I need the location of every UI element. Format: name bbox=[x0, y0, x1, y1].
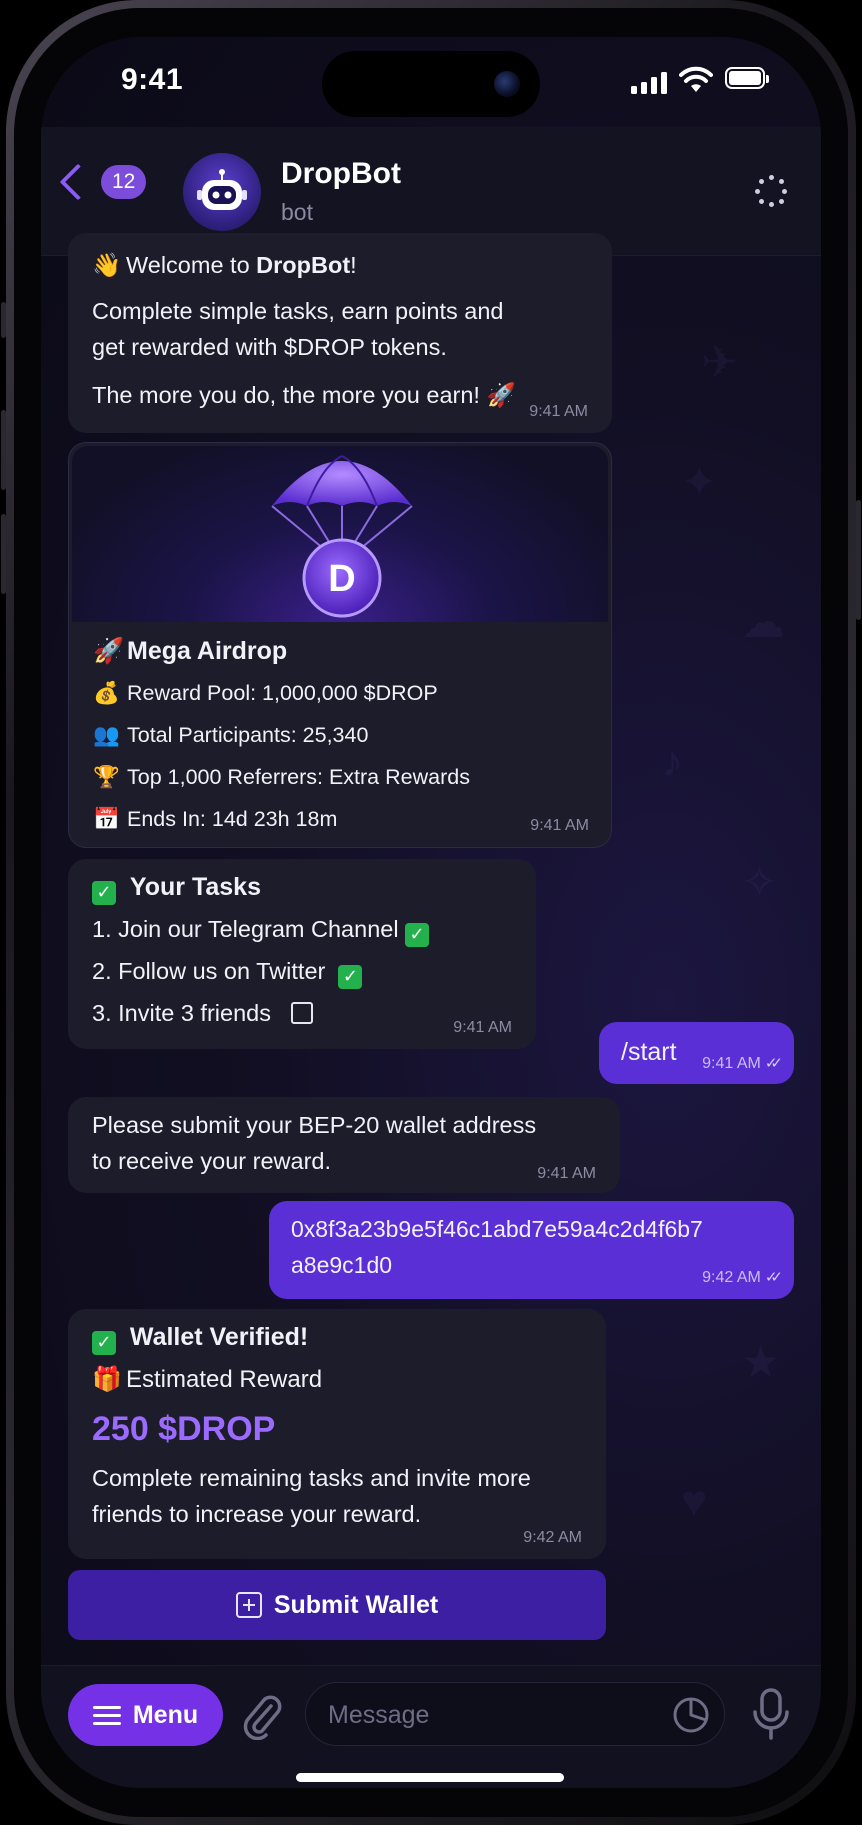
side-button-volume-up bbox=[1, 410, 6, 490]
submit-wallet-label: Submit Wallet bbox=[273, 1590, 439, 1619]
message-time: 9:42 AM bbox=[523, 1529, 582, 1546]
unchecked-box-icon bbox=[290, 1002, 313, 1024]
airdrop-row: 🏆 Top 1,000 Referrers: Extra Rewards bbox=[93, 759, 591, 796]
welcome-message: 👋 Welcome to DropBot! Complete simple tas… bbox=[68, 233, 612, 433]
task-item: 2. Follow us on Twitter ✓ bbox=[92, 953, 512, 989]
verified-line-1: Complete remaining tasks and invite more bbox=[92, 1465, 531, 1491]
bot-menu-button[interactable]: Menu bbox=[68, 1684, 223, 1746]
wallpaper-doodle: ✈ bbox=[701, 338, 738, 387]
airdrop-row: 📅 Ends In: 14d 23h 18m bbox=[93, 801, 591, 838]
reward-amount: 250 $DROP bbox=[92, 1410, 276, 1448]
wallpaper-doodle: ☁ bbox=[741, 598, 785, 647]
wallpaper-doodle: ★ bbox=[741, 1338, 781, 1387]
outgoing-message: 0x8f3a23b9e5f46c1abd7e59a4c2d4f6b7 a8e9c… bbox=[269, 1201, 794, 1299]
check-mark-icon: ✓ bbox=[92, 1331, 116, 1355]
airdrop-row: 👥 Total Participants: 25,340 bbox=[93, 717, 591, 754]
menu-label: Menu bbox=[132, 1700, 199, 1729]
side-button-power bbox=[856, 500, 861, 620]
message-time: 9:41 AM bbox=[529, 403, 588, 420]
submit-wallet-button[interactable]: Submit Wallet bbox=[68, 1570, 606, 1640]
home-indicator[interactable] bbox=[296, 1773, 564, 1782]
add-box-icon bbox=[235, 1592, 262, 1618]
bot-subtitle: bot bbox=[281, 199, 313, 225]
wallpaper-doodle: ✧ bbox=[741, 858, 778, 907]
airdrop-card: D 🚀 Mega Airdrop 💰 Reward Pool: 1,000,000 … bbox=[68, 442, 612, 848]
wifi-icon bbox=[679, 66, 713, 92]
wallet-address-line-1: 0x8f3a23b9e5f46c1abd7e59a4c2d4f6b7 bbox=[291, 1216, 703, 1242]
airdrop-row: 💰 Reward Pool: 1,000,000 $DROP bbox=[93, 675, 591, 712]
wallet-verified-title: ✓ Wallet Verified! bbox=[92, 1319, 582, 1355]
trophy-icon: 🏆 bbox=[93, 765, 120, 790]
dynamic-island bbox=[322, 51, 540, 117]
people-icon: 👥 bbox=[93, 723, 120, 748]
wallpaper-doodle: ✦ bbox=[681, 458, 718, 507]
robot-icon bbox=[197, 169, 247, 210]
message-input[interactable] bbox=[326, 1697, 650, 1733]
side-button-action bbox=[1, 302, 6, 338]
message-time: 9:42 AM ✓✓ bbox=[702, 1268, 783, 1286]
task-item: 3. Invite 3 friends bbox=[92, 995, 512, 1031]
check-mark-icon: ✓ bbox=[92, 881, 116, 905]
wallet-address-line-2: a8e9c1d0 bbox=[291, 1252, 393, 1278]
rocket-icon: 🚀 bbox=[93, 636, 125, 665]
airdrop-title: 🚀 Mega Airdrop bbox=[93, 633, 591, 669]
welcome-line-3: The more you do, the more you earn! 🚀 bbox=[92, 382, 516, 408]
wallpaper-doodle: ♪ bbox=[661, 737, 683, 786]
front-camera bbox=[494, 71, 520, 97]
coin-letter: D bbox=[328, 558, 355, 600]
message-time: 9:41 AM bbox=[530, 817, 589, 834]
welcome-line-1: Complete simple tasks, earn points and bbox=[92, 298, 504, 324]
status-time: 9:41 bbox=[121, 63, 184, 96]
money-bag-icon: 💰 bbox=[93, 681, 120, 706]
double-check-icon: ✓✓ bbox=[764, 1268, 783, 1286]
hamburger-icon bbox=[92, 1701, 121, 1730]
battery-icon bbox=[725, 67, 769, 89]
tasks-title: ✓ Your Tasks bbox=[92, 869, 512, 905]
sticker-icon[interactable] bbox=[672, 1696, 710, 1734]
cellular-signal-icon bbox=[631, 70, 671, 94]
wallpaper-doodle: ♥ bbox=[681, 1477, 708, 1526]
message-input-bar: Menu bbox=[41, 1665, 821, 1788]
estimated-reward-label: 🎁 Estimated Reward bbox=[92, 1361, 582, 1398]
chevron-left-icon bbox=[59, 163, 97, 201]
wallet-request-message: Please submit your BEP-20 wallet address… bbox=[68, 1097, 620, 1193]
calendar-icon: 📅 bbox=[93, 807, 120, 832]
welcome-line-2: get rewarded with $DROP tokens. bbox=[92, 334, 447, 360]
waving-hand-icon: 👋 bbox=[92, 251, 122, 279]
welcome-title: 👋 Welcome to DropBot! bbox=[92, 247, 588, 283]
more-options-icon[interactable] bbox=[753, 173, 789, 209]
check-mark-icon: ✓ bbox=[405, 923, 430, 947]
back-button[interactable]: 12 bbox=[55, 163, 147, 201]
tasks-message: ✓ Your Tasks 1. Join our Telegram Channe… bbox=[68, 859, 536, 1049]
message-time: 9:41 AM bbox=[453, 1019, 512, 1036]
wallet-request-line-1: Please submit your BEP-20 wallet address bbox=[92, 1112, 537, 1138]
outgoing-message: /start 9:41 AM ✓✓ bbox=[599, 1022, 794, 1084]
message-input-field[interactable] bbox=[305, 1682, 725, 1746]
microphone-icon[interactable] bbox=[749, 1686, 793, 1742]
paperclip-icon[interactable] bbox=[241, 1692, 285, 1740]
verified-line-2: friends to increase your reward. bbox=[92, 1501, 422, 1527]
message-time: 9:41 AM bbox=[537, 1165, 596, 1182]
screen: ✦ ☁ ♪ ✧ ☂ ★ ♥ ✈ 9:41 12 bbox=[41, 37, 821, 1788]
side-button-volume-down bbox=[1, 514, 6, 594]
bot-avatar[interactable] bbox=[183, 153, 261, 231]
wallet-verified-message: ✓ Wallet Verified! 🎁 Estimated Reward 250… bbox=[68, 1309, 606, 1559]
message-time: 9:41 AM ✓✓ bbox=[702, 1054, 783, 1072]
unread-count-badge: 12 bbox=[101, 165, 147, 199]
bot-name[interactable]: DropBot bbox=[281, 157, 401, 191]
parachute-coin-illustration: D bbox=[271, 455, 413, 618]
airdrop-banner: D bbox=[72, 446, 608, 622]
double-check-icon: ✓✓ bbox=[764, 1054, 783, 1072]
gift-icon: 🎁 bbox=[92, 1365, 122, 1393]
task-item: 1. Join our Telegram Channel ✓ bbox=[92, 911, 512, 947]
check-mark-icon: ✓ bbox=[338, 965, 363, 989]
wallet-request-line-2: to receive your reward. bbox=[92, 1148, 332, 1174]
